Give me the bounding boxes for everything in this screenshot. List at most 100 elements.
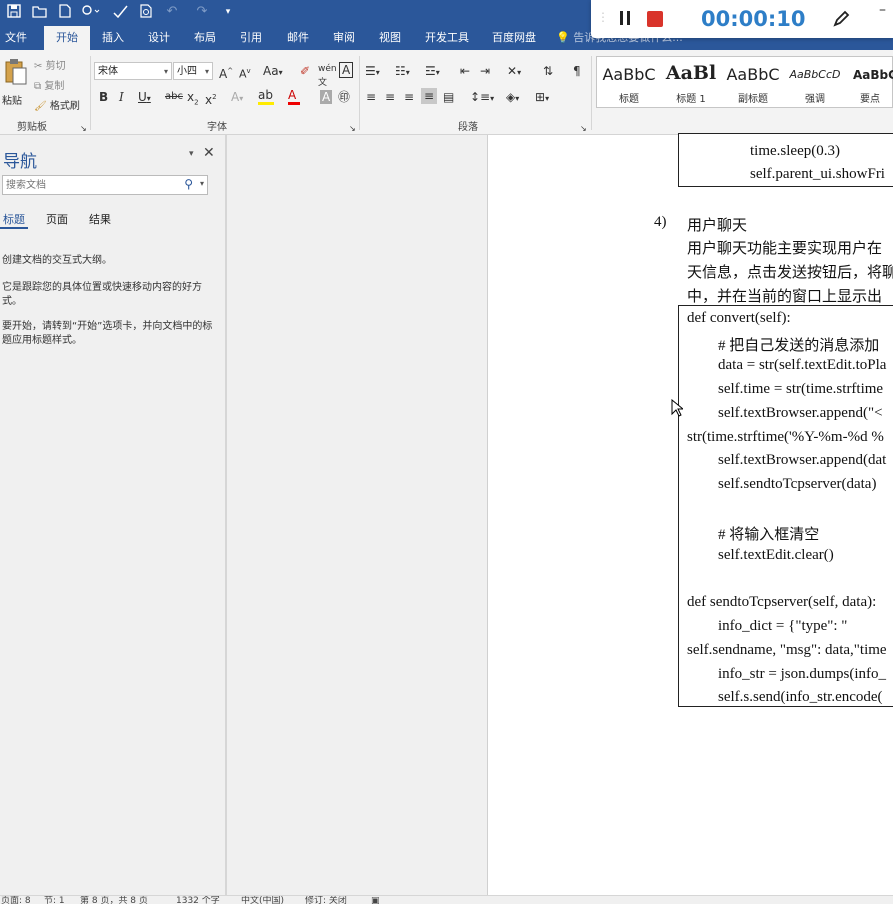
character-border-icon[interactable]: A (339, 62, 354, 78)
tab-view[interactable]: 视图 (373, 26, 407, 50)
redo-icon[interactable]: ↷ (194, 4, 210, 20)
close-icon[interactable]: ✕ (203, 145, 215, 161)
pause-icon[interactable] (618, 10, 632, 29)
sort-icon[interactable]: ⇅ (543, 64, 553, 78)
spelling-icon[interactable] (112, 4, 128, 20)
decrease-indent-icon[interactable]: ⇤ (460, 64, 470, 78)
character-shading-icon[interactable]: A (320, 90, 333, 104)
clear-formatting-icon[interactable]: ✐ (300, 64, 310, 78)
touch-mode-icon[interactable] (80, 4, 102, 20)
show-marks-icon[interactable]: ¶ (573, 64, 581, 78)
recording-timer: 00:00:10 (701, 7, 806, 31)
font-color-icon[interactable]: A (288, 88, 300, 105)
line-spacing-icon[interactable]: ↕≡▾ (470, 90, 494, 106)
numbering-icon[interactable]: ☷▾ (395, 64, 410, 80)
lightbulb-icon: 💡 (556, 31, 570, 44)
copy-label: 复制 (44, 81, 65, 92)
style-name: 副标题 (738, 94, 768, 105)
multilevel-list-icon[interactable]: ☲▾ (425, 64, 440, 80)
tab-developer[interactable]: 开发工具 (420, 26, 474, 50)
tab-insert[interactable]: 插入 (96, 26, 130, 50)
body-text-line: 中，并在当前的窗口上显示出 (687, 289, 883, 305)
dialog-launcher-icon[interactable]: ↘ (80, 122, 87, 136)
section-number: 4) (654, 214, 667, 230)
document-page[interactable]: time.sleep(0.3) self.parent_ui.showFri 4… (487, 133, 893, 895)
superscript-icon[interactable]: x2 (205, 90, 217, 107)
section-title: 用户聊天 (687, 218, 748, 234)
cut-button[interactable]: ✂ 剪切 (34, 57, 66, 72)
cut-label: 剪切 (45, 61, 66, 72)
highlight-icon[interactable]: ab (258, 88, 274, 105)
paste-icon (4, 58, 28, 89)
dialog-launcher-icon[interactable]: ↘ (580, 122, 587, 136)
nav-title: 导航 (3, 152, 37, 172)
increase-indent-icon[interactable]: ⇥ (480, 64, 490, 78)
borders-icon[interactable]: ⊞▾ (535, 90, 549, 106)
pen-annotate-icon[interactable] (831, 9, 851, 32)
subscript-icon[interactable]: x2 (187, 90, 199, 109)
shrink-font-icon[interactable]: Av (239, 64, 251, 82)
nav-tab-headings[interactable]: 标题 (3, 211, 25, 227)
nav-options-icon[interactable]: ▾ (189, 149, 194, 159)
tab-home[interactable]: 开始 (44, 26, 90, 50)
strikethrough-icon[interactable]: abc (165, 90, 183, 104)
bold-icon[interactable]: B (99, 90, 108, 104)
brush-icon: 🖌 (34, 101, 47, 112)
tab-mailings[interactable]: 邮件 (281, 26, 315, 50)
paste-button[interactable]: 粘贴 (2, 56, 28, 112)
print-preview-icon[interactable] (138, 4, 154, 20)
font-size-select[interactable]: 小四 ▾ (173, 62, 213, 80)
bullets-icon[interactable]: ☰▾ (365, 64, 380, 80)
nav-tab-results[interactable]: 结果 (89, 211, 111, 227)
new-document-icon[interactable] (57, 4, 73, 20)
customize-icon[interactable]: ▾ (220, 4, 236, 20)
text-effects-icon[interactable]: A▾ (231, 90, 243, 106)
chevron-down-icon: ▾ (204, 67, 209, 76)
tab-review[interactable]: 审阅 (327, 26, 361, 50)
nav-help-text-3: 要开始，请转到“开始”选项卡，并向文档中的标题应用标题样式。 (2, 321, 213, 346)
nav-search-box[interactable]: ⚲ ▾ (2, 175, 208, 195)
chevron-down-icon[interactable]: ▾ (200, 179, 204, 188)
align-center-icon[interactable]: ≡ (385, 90, 395, 104)
style-heading-1[interactable]: AaBl 标题 1 (661, 57, 721, 107)
font-name-select[interactable]: 宋体 ▾ (94, 62, 172, 80)
align-left-icon[interactable]: ≡ (366, 90, 376, 104)
distributed-icon[interactable]: ▤ (443, 90, 454, 104)
justify-icon[interactable]: ≡ (421, 88, 438, 104)
style-strong[interactable]: AaBbC 要点 (847, 57, 893, 107)
tab-baidu-netdisk[interactable]: 百度网盘 (487, 26, 541, 50)
drag-handle-icon[interactable]: ⋮ (597, 10, 609, 24)
grow-font-icon[interactable]: A^ (219, 64, 233, 81)
style-preview: AaBl (665, 62, 717, 84)
tab-layout[interactable]: 布局 (188, 26, 222, 50)
copy-button[interactable]: ⧉ 复制 (34, 77, 64, 92)
underline-icon[interactable]: U▾ (138, 90, 151, 106)
italic-icon[interactable]: I (119, 90, 124, 104)
minimize-icon[interactable]: – (879, 2, 886, 18)
format-painter-button[interactable]: 🖌 格式刷 (34, 97, 80, 112)
dialog-launcher-icon[interactable]: ↘ (349, 122, 356, 136)
shading-icon[interactable]: ◈▾ (506, 90, 519, 106)
search-icon[interactable]: ⚲ (184, 177, 193, 191)
code-line: info_str = json.dumps(info_ (718, 666, 887, 682)
tab-design[interactable]: 设计 (142, 26, 176, 50)
save-icon[interactable] (6, 4, 22, 20)
nav-search-input[interactable] (3, 176, 179, 194)
asian-layout-icon[interactable]: ✕▾ (507, 64, 521, 80)
code-line: time.sleep(0.3) (750, 143, 840, 159)
open-icon[interactable] (32, 4, 48, 20)
undo-icon[interactable]: ↶ (164, 4, 180, 20)
copy-icon: ⧉ (34, 81, 42, 92)
style-title[interactable]: AaBbC 标题 (599, 57, 659, 107)
change-case-button[interactable]: Aa▾ (263, 64, 283, 80)
style-subtitle[interactable]: AaBbC 副标题 (723, 57, 783, 107)
style-emphasis[interactable]: AaBbCcD 强调 (785, 57, 845, 107)
nav-tab-pages[interactable]: 页面 (46, 211, 68, 227)
align-right-icon[interactable]: ≡ (404, 90, 414, 104)
phonetic-guide-icon[interactable]: wén 文 (318, 62, 337, 90)
tab-file[interactable]: 文件 (0, 26, 32, 50)
tab-references[interactable]: 引用 (234, 26, 268, 50)
enclose-characters-icon[interactable]: ㊞ (338, 90, 350, 104)
stop-record-icon[interactable] (647, 11, 663, 30)
code-line: def convert(self): (687, 310, 791, 326)
